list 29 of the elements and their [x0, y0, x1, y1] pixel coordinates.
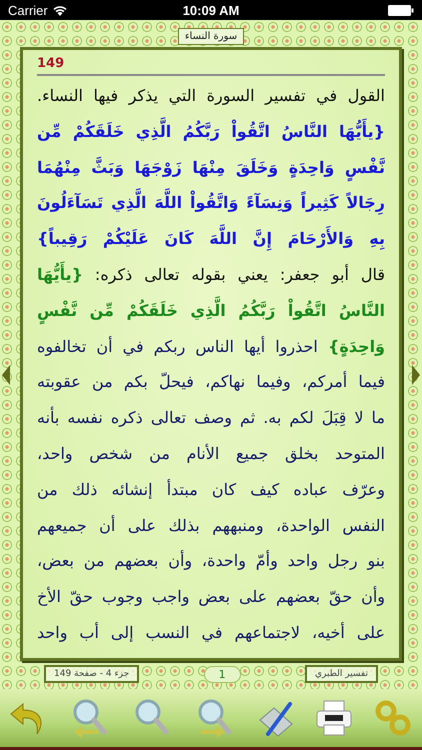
text-line: بِهِ وَالأَرْحَامَ إِنَّ اللَّهَ كَانَ عَلَيْكُمْ رَقِيباً}: [37, 221, 385, 257]
text-line: المتوحد بخلق جميع الأنام من شخص واحد،: [37, 442, 385, 465]
location-label: جزء 4 - صفحة 149: [44, 665, 140, 683]
book-title: تفسير الطبري: [305, 665, 378, 683]
text-line: ما لا قِبَلَ لكم به. ثم وصف تعالى ذكره نفسه بأنه: [37, 406, 385, 430]
text-line: على أخيه، لاجتماعهم في النسب إلى أب واحد: [37, 621, 385, 644]
text-line: {يأَيُّهَا النَّاسُ اتَّقُواْ رَبَّكُمُ الَّذِي خَلَقَكُمْ مِّن: [37, 114, 385, 150]
text-line: وَاحِدَةٍ} احذروا أيها الناس ربكم في أن تخالفوه: [37, 335, 385, 359]
carrier-label: Carrier: [8, 2, 48, 18]
text-line: النَّاسُ اتَّقُواْ رَبَّكُمُ الَّذِي خَلَقَكُمْ مِّن نَّفْسٍ: [37, 292, 385, 329]
next-page-arrow[interactable]: [412, 365, 420, 385]
counter-label: 1: [204, 666, 241, 682]
text-line: بنو رجل واحد وأمّ واحدة، وأن بعضهم من بعض،: [37, 549, 385, 572]
text-line: القول في تفسير السورة التي يذكر فيها النساء.: [37, 85, 385, 107]
text-line: النفس الواحدة، ومنبههم بذلك على أن جميعهم: [37, 514, 385, 537]
text-line: قال أبو جعفر: يعني بقوله تعالى ذكره: {يأَيُّهَا: [37, 256, 385, 293]
text-line: نَّفْسٍ وَاحِدَةٍ وَخَلَقَ مِنْهَا زَوْجَهَا وَبَثَّ مِنْهُمَا: [37, 150, 385, 186]
text-line: رِجَالاً كَثِيراً وَنِسَآءً وَاتَّقُواْ اللَّهَ الَّذِي تَسَآءَلُونَ: [37, 185, 385, 222]
text-line: وعرّف عباده كيف كان مبتدأ إنشائه ذلك من: [37, 478, 385, 501]
page-number: 149: [37, 56, 64, 71]
battery-icon: [388, 4, 414, 16]
chain-link-icon: [372, 698, 413, 738]
previous-page-arrow[interactable]: [2, 365, 10, 385]
surah-title: سورة النساء: [178, 28, 244, 45]
printer-icon: [314, 698, 354, 738]
text-line: فيما أمركم، وفيما نهاكم، فيحلّ بكم من عقوبته: [37, 370, 385, 394]
text-line: وأن حقّ بعضهم على بعض واجب وجوب حقّ الأخ: [37, 585, 385, 608]
status-time: 10:09 AM: [182, 2, 240, 18]
wifi-icon: [52, 4, 67, 16]
